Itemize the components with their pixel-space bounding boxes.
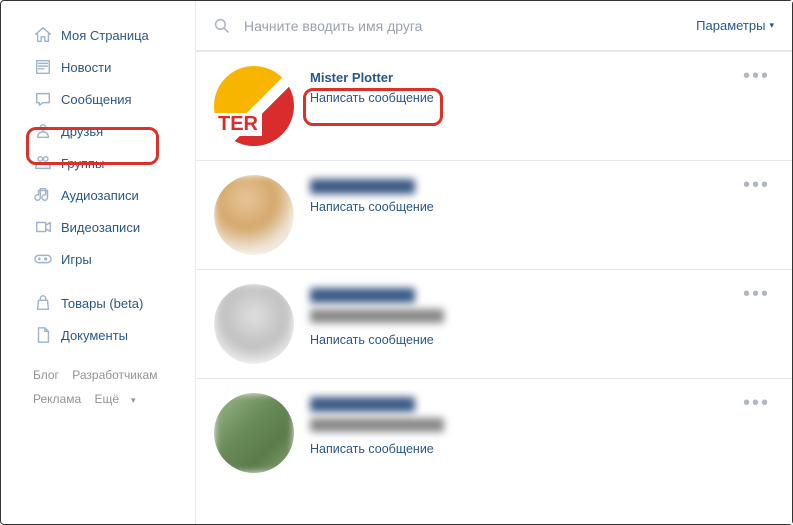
write-message-link[interactable]: Написать сообщение (310, 333, 774, 347)
footer-blog[interactable]: Блог (33, 368, 59, 382)
users-icon (33, 153, 53, 173)
friend-name-link[interactable]: Blurred Name (310, 288, 774, 303)
sidebar-item-label: Сообщения (61, 92, 132, 107)
chevron-down-icon: ▾ (769, 20, 774, 31)
feed-icon (33, 57, 53, 77)
write-message-link[interactable]: Написать сообщение (310, 200, 774, 214)
friend-item: Blurred Name blurred subtitle text here На… (196, 378, 792, 487)
sidebar-item-label: Группы (61, 156, 104, 171)
friend-item: Blurred Name blurred subtitle text here На… (196, 269, 792, 378)
sidebar-item-label: Товары (beta) (61, 296, 143, 311)
footer-ads[interactable]: Реклама (33, 392, 81, 406)
more-options-button[interactable]: ••• (743, 399, 770, 407)
main-content: Параметры ▾ Mister Plotter Написать сообщ… (196, 1, 792, 524)
chevron-down-icon: ▾ (131, 395, 136, 405)
sidebar-item-games[interactable]: Игры (1, 243, 195, 275)
more-options-button[interactable]: ••• (743, 72, 770, 80)
sidebar-item-label: Новости (61, 60, 111, 75)
sidebar-item-my-page[interactable]: Моя Страница (1, 19, 195, 51)
sidebar-item-messages[interactable]: Сообщения (1, 83, 195, 115)
params-button[interactable]: Параметры ▾ (696, 18, 774, 33)
sidebar-item-label: Моя Страница (61, 28, 149, 43)
bag-icon (33, 293, 53, 313)
message-icon (33, 89, 53, 109)
sidebar-item-label: Игры (61, 252, 92, 267)
audio-icon (33, 185, 53, 205)
sidebar-item-label: Документы (61, 328, 128, 343)
avatar[interactable] (214, 284, 294, 364)
friend-subtitle: blurred subtitle text here (310, 418, 774, 434)
search-icon (214, 17, 232, 35)
friend-name-link[interactable]: Blurred Name (310, 397, 774, 412)
user-icon (33, 121, 53, 141)
sidebar-item-groups[interactable]: Группы (1, 147, 195, 179)
more-options-button[interactable]: ••• (743, 290, 770, 298)
game-icon (33, 249, 53, 269)
avatar[interactable] (214, 175, 294, 255)
sidebar-item-friends[interactable]: Друзья (1, 115, 195, 147)
sidebar-item-video[interactable]: Видеозаписи (1, 211, 195, 243)
video-icon (33, 217, 53, 237)
sidebar-item-label: Видеозаписи (61, 220, 140, 235)
sidebar-item-docs[interactable]: Документы (1, 319, 195, 351)
more-options-button[interactable]: ••• (743, 181, 770, 189)
search-input[interactable] (244, 18, 696, 34)
doc-icon (33, 325, 53, 345)
friend-name-link[interactable]: Blurred Name (310, 179, 774, 194)
avatar[interactable] (214, 66, 294, 146)
write-message-link[interactable]: Написать сообщение (310, 442, 774, 456)
footer-devs[interactable]: Разработчикам (72, 368, 157, 382)
friend-item: Blurred Name Написать сообщение ••• (196, 160, 792, 269)
friends-list: Mister PlotterНаписать сообщение•••Blurr… (196, 51, 792, 524)
write-message-link[interactable]: Написать сообщение (310, 91, 774, 105)
sidebar-item-label: Друзья (61, 124, 103, 139)
friend-item: Mister Plotter Написать сообщение ••• (196, 52, 792, 160)
home-icon (33, 25, 53, 45)
footer-more[interactable]: Ещё▾ (94, 392, 145, 406)
sidebar-item-news[interactable]: Новости (1, 51, 195, 83)
sidebar-item-audio[interactable]: Аудиозаписи (1, 179, 195, 211)
sidebar-item-market[interactable]: Товары (beta) (1, 287, 195, 319)
friend-subtitle: blurred subtitle text here (310, 309, 774, 325)
footer-links: Блог Разработчикам Реклама Ещё▾ (1, 351, 195, 418)
sidebar: Моя Страница Новости Сообщения Друзья Группы… (1, 1, 196, 524)
avatar[interactable] (214, 393, 294, 473)
friend-name-link[interactable]: Mister Plotter (310, 70, 774, 85)
sidebar-item-label: Аудиозаписи (61, 188, 139, 203)
search-bar: Параметры ▾ (196, 1, 792, 51)
